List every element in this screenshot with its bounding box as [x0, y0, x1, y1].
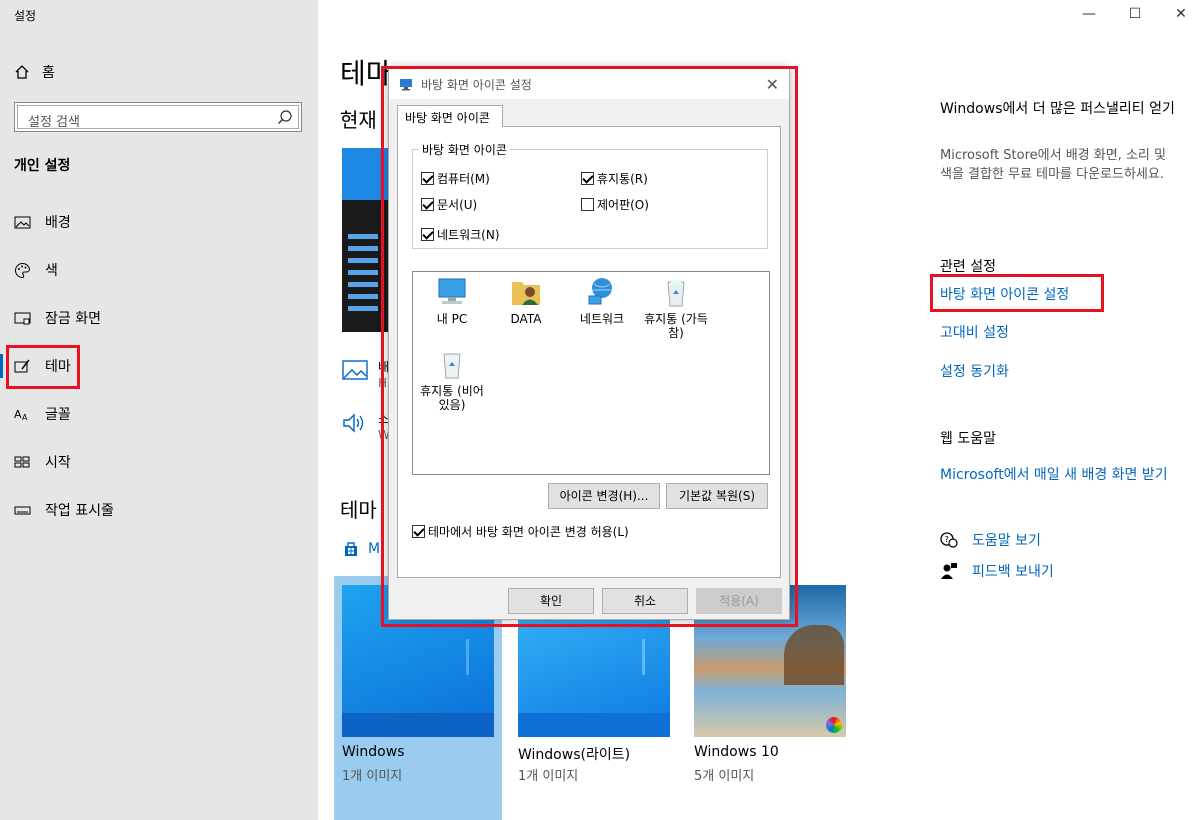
feedback-link[interactable]: 피드백 보내기 [972, 561, 1054, 581]
preview-bar [348, 294, 378, 299]
current-theme-heading: 현재 [340, 108, 377, 132]
theme-name: Windows [342, 744, 405, 760]
lock-screen-icon [14, 312, 31, 324]
close-button[interactable]: ✕ [1158, 6, 1204, 22]
app-title: 설정 [14, 9, 37, 23]
start-icon [14, 456, 30, 467]
personality-desc: Microsoft Store에서 배경 화면, 소리 및 색을 결합한 무료 … [940, 148, 1166, 182]
theme-name: Windows(라이트) [518, 747, 631, 763]
color-wheel-icon [826, 717, 842, 733]
highlight-theme-nav [6, 345, 80, 389]
svg-text:A: A [22, 413, 28, 422]
sidebar-item-label: 잠금 화면 [45, 311, 101, 327]
personality-title: Windows에서 더 많은 퍼스낼리티 얻기 [940, 101, 1175, 117]
background-icon[interactable] [342, 360, 368, 382]
related-settings-heading: 관련 설정 [940, 259, 996, 275]
picture-icon [14, 216, 31, 228]
sidebar: 설정 홈 설정 검색 개인 설정 배경 색 잠금 화면 테마 AA 글꼴 시작 … [0, 0, 318, 820]
section-title: 개인 설정 [14, 158, 71, 174]
help-row[interactable]: ? 도움말 보기 [940, 530, 1041, 550]
taskbar-icon [14, 506, 31, 514]
font-icon: AA [14, 408, 28, 422]
sidebar-item-label: 배경 [45, 215, 71, 231]
feedback-icon [941, 563, 957, 579]
feedback-row[interactable]: 피드백 보내기 [940, 561, 1054, 581]
help-chat-icon: ? [940, 532, 958, 548]
sidebar-item-start[interactable]: 시작 [0, 442, 318, 482]
sidebar-item-lock-screen[interactable]: 잠금 화면 [0, 298, 318, 338]
search-input[interactable]: 설정 검색 [17, 105, 299, 130]
highlight-dialog [381, 66, 798, 627]
preview-bar [348, 234, 378, 239]
sidebar-item-label: 작업 표시줄 [45, 503, 114, 519]
preview-bar [348, 258, 378, 263]
theme-name: Windows 10 [694, 744, 779, 760]
preview-bar [348, 306, 378, 311]
web-help-heading: 웹 도움말 [940, 431, 996, 447]
theme-count: 1개 이미지 [342, 769, 403, 784]
active-indicator [0, 354, 3, 378]
store-icon [345, 542, 357, 556]
preview-bar [348, 270, 378, 275]
sound-icon[interactable] [342, 412, 368, 434]
theme-count: 1개 이미지 [518, 769, 579, 784]
window-controls: — ☐ ✕ [1066, 6, 1204, 22]
sync-settings-link[interactable]: 설정 동기화 [940, 361, 1009, 381]
home-label: 홈 [42, 65, 55, 81]
home-icon [15, 65, 29, 79]
svg-text:A: A [14, 408, 22, 421]
themes-heading: 테마 [340, 498, 377, 522]
search-icon[interactable] [277, 109, 293, 125]
sidebar-item-label: 시작 [45, 455, 71, 471]
sidebar-item-color[interactable]: 색 [0, 250, 318, 290]
minimize-button[interactable]: — [1066, 6, 1112, 22]
help-link[interactable]: 도움말 보기 [972, 530, 1041, 550]
maximize-button[interactable]: ☐ [1112, 6, 1158, 22]
theme-count: 5개 이미지 [694, 769, 755, 784]
search-box[interactable]: 설정 검색 [14, 102, 302, 132]
sidebar-item-label: 글꼴 [45, 407, 71, 423]
svg-text:?: ? [945, 535, 949, 544]
preview-bar [348, 246, 378, 251]
sidebar-item-background[interactable]: 배경 [0, 202, 318, 242]
store-link[interactable]: Mi [342, 540, 384, 558]
high-contrast-link[interactable]: 고대비 설정 [940, 322, 1009, 342]
home-nav[interactable]: 홈 [14, 62, 55, 82]
preview-bar [348, 282, 378, 287]
sidebar-item-taskbar[interactable]: 작업 표시줄 [0, 490, 318, 530]
daily-wallpaper-link[interactable]: Microsoft에서 매일 새 배경 화면 받기 [940, 464, 1168, 484]
sidebar-item-label: 색 [45, 263, 58, 279]
palette-icon [15, 262, 31, 278]
highlight-desktop-icon-link [930, 274, 1104, 312]
sidebar-item-fonts[interactable]: AA 글꼴 [0, 394, 318, 434]
